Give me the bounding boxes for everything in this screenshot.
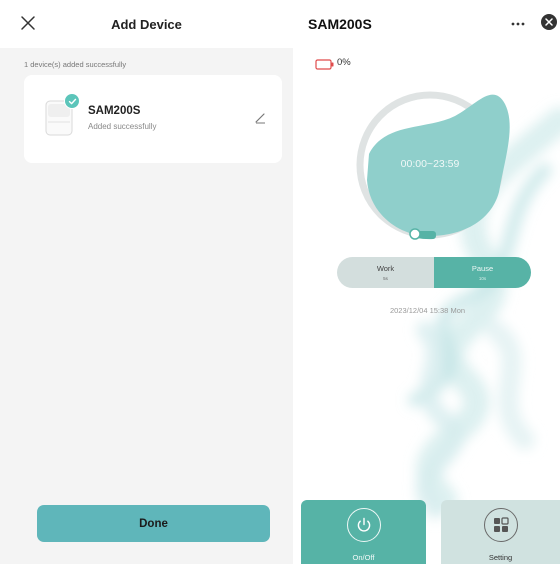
setting-label: Setting <box>488 553 513 562</box>
schedule-time: 00:00~23:59 <box>400 158 460 170</box>
page-title: Add Device <box>111 17 182 32</box>
work-mode-button[interactable]: Work 5s <box>337 257 434 288</box>
header: Add Device <box>0 0 293 48</box>
device-name: SAM200S <box>88 105 141 117</box>
device-card: SAM200S Added successfully <box>24 75 282 163</box>
pause-label: Pause <box>471 264 494 273</box>
grid-icon <box>483 508 518 542</box>
onoff-label: On/Off <box>352 553 375 562</box>
device-title: SAM200S <box>308 16 372 32</box>
device-control-screen: SAM200S 0% 00:00~23:59 Work 5s Pause 10s… <box>295 0 560 564</box>
work-duration: 5s <box>383 276 388 281</box>
setting-button[interactable]: Setting <box>441 500 560 564</box>
check-icon <box>64 93 80 109</box>
pause-duration: 10s <box>478 276 487 281</box>
more-icon[interactable] <box>510 16 526 26</box>
success-message: 1 device(s) added successfully <box>24 60 127 69</box>
power-icon <box>346 508 381 542</box>
onoff-button[interactable]: On/Off <box>301 500 426 564</box>
edit-icon[interactable] <box>254 111 267 124</box>
close-icon[interactable] <box>541 14 557 30</box>
pause-mode-button[interactable]: Pause 10s <box>434 257 531 288</box>
battery-icon <box>315 57 335 70</box>
device-status: Added successfully <box>88 122 157 131</box>
battery-percent: 0% <box>337 57 351 68</box>
done-button[interactable]: Done <box>37 505 270 542</box>
work-label: Work <box>376 264 395 273</box>
mode-toggle: Work 5s Pause 10s <box>337 257 531 288</box>
add-device-screen: Add Device 1 device(s) added successfull… <box>0 0 293 564</box>
device-datetime: 2023/12/04 15:38 Mon <box>389 306 466 315</box>
